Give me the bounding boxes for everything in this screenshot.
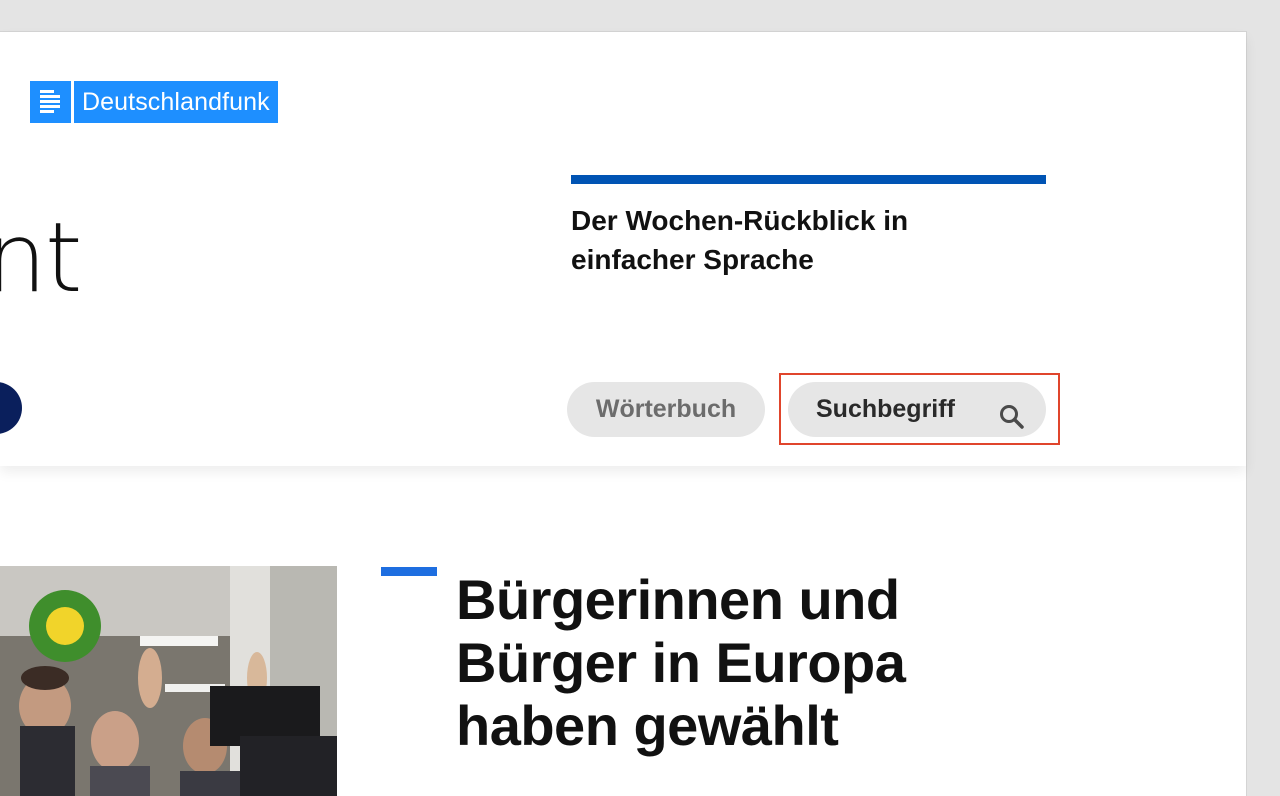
article-headline[interactable]: Bürgerinnen und Bürger in Europa haben g… bbox=[456, 568, 996, 757]
hero-play-button[interactable] bbox=[0, 382, 22, 434]
search-label: Suchbegriff bbox=[816, 395, 955, 423]
site-header: Deutschlandfunk nt Der Wochen-Rückblick … bbox=[0, 32, 1246, 466]
dlf-logo-icon bbox=[30, 81, 71, 123]
search-button[interactable]: Suchbegriff bbox=[788, 382, 1046, 437]
teaser-accent-bar bbox=[571, 175, 1046, 184]
teaser-title-link[interactable]: Der Wochen-Rückblick in einfacher Sprach… bbox=[571, 201, 991, 279]
site-logo-link[interactable]: Deutschlandfunk bbox=[30, 81, 278, 123]
dictionary-button[interactable]: Wörterbuch bbox=[567, 382, 765, 437]
logo-text: Deutschlandfunk bbox=[74, 81, 278, 123]
browser-page: Deutschlandfunk nt Der Wochen-Rückblick … bbox=[0, 31, 1247, 796]
article-photo[interactable] bbox=[0, 566, 337, 796]
hero-title-fragment: nt bbox=[0, 202, 82, 314]
search-icon bbox=[998, 396, 1026, 429]
article-accent-bar bbox=[381, 567, 437, 576]
